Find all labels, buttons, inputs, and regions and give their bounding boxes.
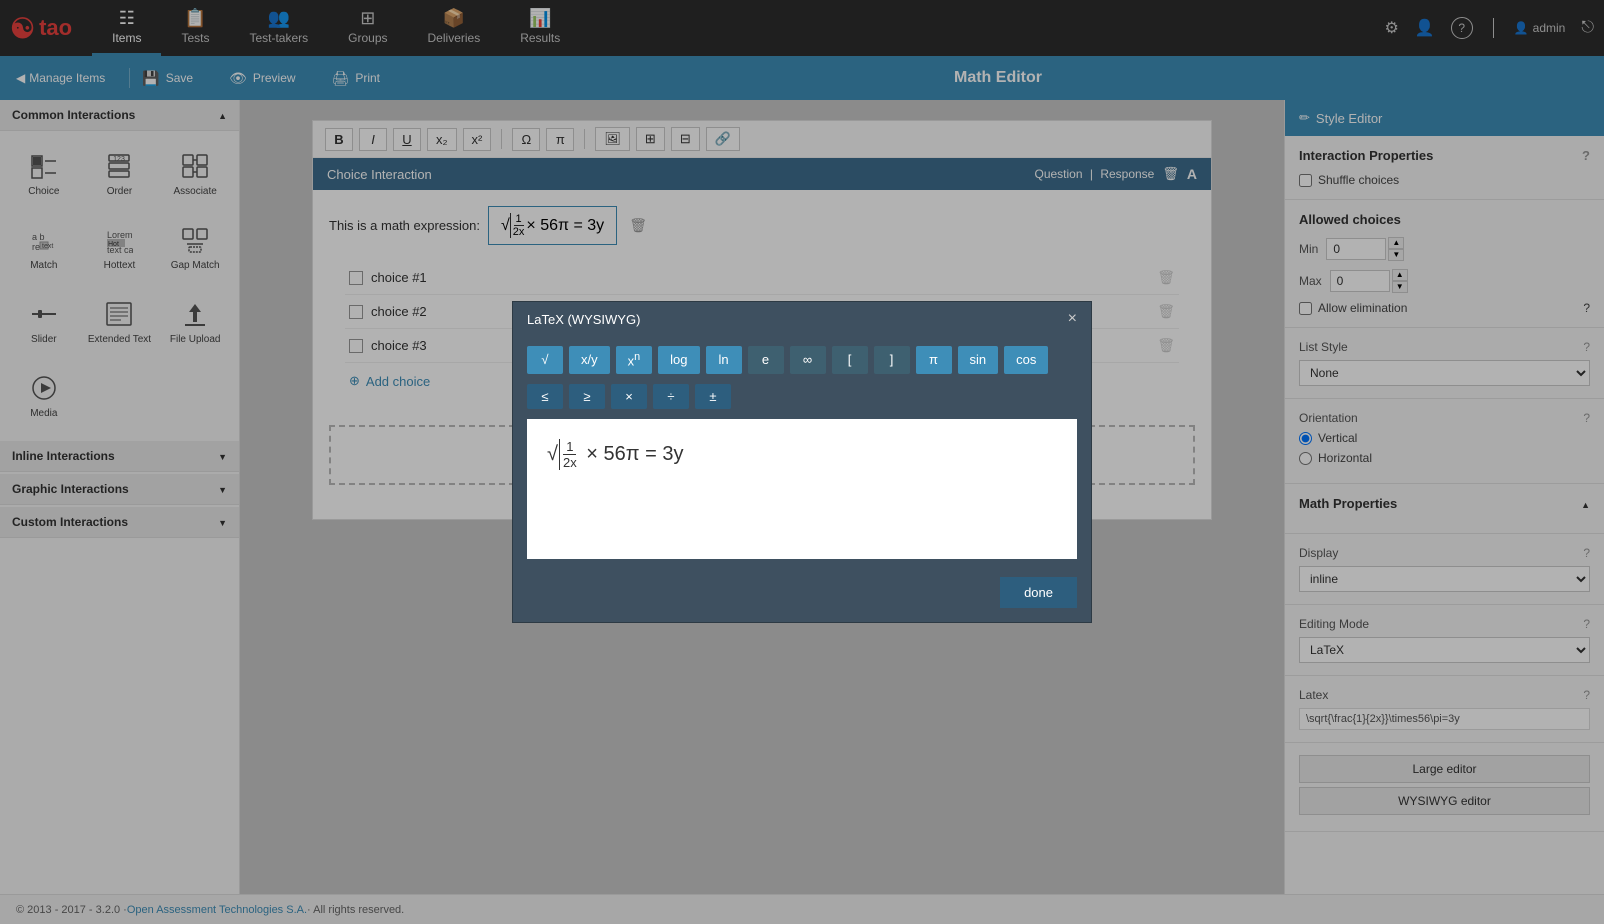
latex-btn-leq[interactable]: ≤	[527, 384, 563, 409]
latex-btn-pm[interactable]: ±	[695, 384, 731, 409]
latex-buttons-row2: ≤ ≥ × ÷ ±	[513, 384, 1091, 419]
latex-btn-rbracket[interactable]: ]	[874, 346, 910, 373]
latex-btn-geq[interactable]: ≥	[569, 384, 605, 409]
latex-dialog-header: LaTeX (WYSIWYG) ×	[513, 302, 1091, 336]
latex-btn-inf[interactable]: ∞	[790, 346, 826, 373]
latex-buttons: √ x/y xn log ln e ∞ [ ] π sin cos	[513, 336, 1091, 383]
latex-rendered-math: √ 1 2x × 56π = 3y	[547, 439, 683, 470]
latex-dialog: LaTeX (WYSIWYG) × √ x/y xn log ln e ∞ [ …	[512, 301, 1092, 622]
latex-done-row: done	[513, 569, 1091, 622]
latex-btn-div[interactable]: ÷	[653, 384, 689, 409]
latex-math-display[interactable]: √ 1 2x × 56π = 3y	[527, 419, 1077, 559]
latex-done-button[interactable]: done	[1000, 577, 1077, 608]
latex-btn-pi[interactable]: π	[916, 346, 952, 373]
latex-btn-frac[interactable]: x/y	[569, 346, 610, 373]
latex-btn-sin[interactable]: sin	[958, 346, 999, 373]
latex-btn-lbracket[interactable]: [	[832, 346, 868, 373]
latex-btn-ln[interactable]: ln	[706, 346, 742, 373]
latex-btn-times[interactable]: ×	[611, 384, 647, 409]
latex-btn-pow[interactable]: xn	[616, 346, 653, 373]
latex-close-button[interactable]: ×	[1068, 310, 1077, 328]
latex-dialog-overlay: LaTeX (WYSIWYG) × √ x/y xn log ln e ∞ [ …	[240, 100, 1284, 894]
latex-dialog-title: LaTeX (WYSIWYG)	[527, 312, 640, 327]
main-layout: Common Interactions Choice 123	[0, 100, 1604, 894]
latex-btn-e[interactable]: e	[748, 346, 784, 373]
latex-btn-sqrt[interactable]: √	[527, 346, 563, 373]
center-content: B I U x₂ x² Ω π 🖼 ⊞ ⊟ 🔗 Choice Interacti…	[240, 100, 1284, 894]
latex-btn-cos[interactable]: cos	[1004, 346, 1048, 373]
latex-btn-log[interactable]: log	[658, 346, 699, 373]
